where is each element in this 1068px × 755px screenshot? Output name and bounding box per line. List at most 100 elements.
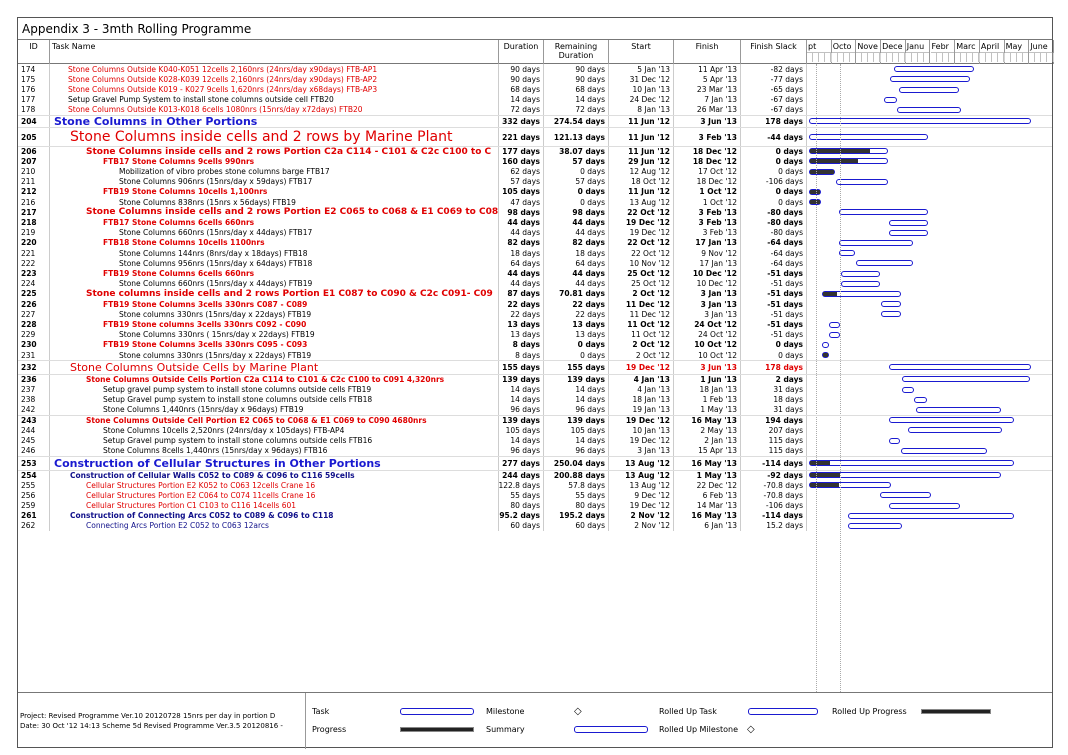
row-task-name-text: Stone Columns 660nrs (15nrs/day x 44days… (119, 279, 313, 289)
row-remaining-cell: 90 days (544, 74, 609, 85)
row-finish-text: 24 Oct '12 (694, 319, 737, 329)
table-row[interactable]: 206 Stone Columns inside cells and 2 rows… (18, 146, 1052, 157)
row-slack-text: -80 days (770, 228, 803, 238)
col-header-task-name[interactable]: Task Name (50, 40, 499, 64)
table-row[interactable]: 211 Stone Columns 906nrs (15nrs/day x 59d… (18, 176, 1052, 187)
col-header-id[interactable]: ID (18, 40, 50, 64)
row-start-cell: 19 Jan '13 (609, 404, 674, 415)
row-id-text: 205 (21, 132, 37, 142)
row-task-name-text: Cellular Structures Portion E2 K052 to C… (86, 480, 316, 490)
table-row[interactable]: 243 Stone Columns Outside Cell Portion E2… (18, 415, 1052, 426)
table-row[interactable]: 261 Construction of Connecting Arcs C052 … (18, 510, 1052, 521)
table-row[interactable]: 228 FTB19 Stone columns 3cells 330nrs C09… (18, 319, 1052, 330)
row-slack-text: 2 days (775, 375, 803, 385)
table-row[interactable]: 177 Setup Gravel Pump System to install s… (18, 94, 1052, 105)
col-header-duration[interactable]: Duration (499, 40, 544, 64)
table-row[interactable]: 229 Stone Columns 330nrs ( 15nrs/day x 22… (18, 329, 1052, 340)
table-row[interactable]: 205 Stone Columns inside cells and 2 rows… (18, 127, 1052, 146)
table-row[interactable]: 222 Stone Columns 956nrs (15nrs/day x 64d… (18, 258, 1052, 269)
row-id-text: 224 (21, 279, 36, 289)
table-row[interactable]: 232 Stone Columns Outside Cells by Marine… (18, 360, 1052, 375)
row-task-name-text: Setup Gravel pump system to install ston… (103, 395, 373, 405)
row-start-cell: 10 Jan '13 (609, 84, 674, 95)
table-row[interactable]: 207 FTB17 Stone Columns 9cells 990nrs 160 … (18, 156, 1052, 167)
row-remaining-text: 105 days (570, 425, 605, 435)
row-remaining-text: 0 days (580, 197, 605, 207)
table-row[interactable]: 221 Stone Columns 144nrs (8nrs/day x 18da… (18, 248, 1052, 259)
table-row[interactable]: 220 FTB18 Stone Columns 10cells 1100nrs 82… (18, 237, 1052, 248)
row-task-name-text: FTB19 Stone Columns 10cells 1,100nrs (103, 187, 268, 197)
table-row[interactable]: 176 Stone Columns Outside K019 - K027 9ce… (18, 84, 1052, 95)
row-start-cell: 29 Jun '12 (609, 156, 674, 167)
table-row[interactable]: 256 Cellular Structures Portion E2 C064 t… (18, 490, 1052, 501)
row-start-cell: 18 Oct '12 (609, 176, 674, 187)
row-remaining-text: 90 days (575, 74, 605, 84)
legend-footer: Project: Revised Programme Ver.10 201207… (18, 692, 1052, 749)
row-id-text: 246 (21, 446, 36, 456)
col-header-finish-slack[interactable]: Finish Slack (741, 40, 807, 64)
row-id-cell: 231 (18, 350, 50, 361)
row-start-text: 22 Oct '12 (631, 248, 670, 258)
table-row[interactable]: 204 Stone Columns in Other Portions 332 da… (18, 115, 1052, 127)
table-row[interactable]: 225 Stone columns inside cells and 2 rows… (18, 288, 1052, 299)
table-row[interactable]: 230 FTB19 Stone Columns 3cells 330nrs C09… (18, 339, 1052, 350)
row-duration-cell: 14 days (499, 94, 544, 105)
table-row[interactable]: 223 FTB19 Stone Columns 6cells 660nrs 44 d… (18, 268, 1052, 279)
row-start-cell: 13 Aug '12 (609, 456, 674, 470)
row-duration-text: 13 days (510, 330, 540, 340)
row-remaining-cell: 96 days (544, 404, 609, 415)
row-duration-text: 277 days (502, 458, 540, 468)
col-header-finish[interactable]: Finish (674, 40, 741, 64)
row-finish-text: 10 Dec '12 (696, 279, 737, 289)
table-row[interactable]: 236 Stone Columns Outside Cells Portion C… (18, 374, 1052, 385)
timescale-week-ticks (831, 52, 857, 62)
table-row[interactable]: 254 Construction of Cellular Walls C052 t… (18, 469, 1052, 480)
row-id-text: 230 (21, 340, 37, 350)
table-row[interactable]: 242 Stone Columns 1,440nrs (15nrs/day x 9… (18, 404, 1052, 415)
table-row[interactable]: 216 Stone Columns 838nrs (15nrs x 56days)… (18, 197, 1052, 208)
table-row[interactable]: 246 Stone Columns 8cells 1,440nrs (15nrs/… (18, 445, 1052, 456)
table-row[interactable]: 255 Cellular Structures Portion E2 K052 t… (18, 480, 1052, 491)
row-id-cell: 261 (18, 510, 50, 521)
row-remaining-text: 98 days (572, 207, 605, 217)
row-finish-text: 1 Oct '12 (699, 187, 737, 197)
table-row[interactable]: 259 Cellular Structures Portion C1 C103 t… (18, 500, 1052, 511)
table-row[interactable]: 174 Stone Columns Outside K040-K051 12cel… (18, 64, 1052, 75)
table-row[interactable]: 245 Setup Gravel pump system to install s… (18, 435, 1052, 446)
row-start-cell: 11 Jun '12 (609, 128, 674, 146)
row-start-text: 4 Jan '13 (637, 384, 670, 394)
row-finish-text: 3 Jan '13 (704, 309, 737, 319)
row-task-name-cell: Stone columns 330nrs (15nrs/day x 22days… (50, 350, 499, 361)
row-remaining-cell: 250.04 days (544, 456, 609, 470)
table-row[interactable]: 224 Stone Columns 660nrs (15nrs/day x 44d… (18, 278, 1052, 289)
table-row[interactable]: 262 Connecting Arcs Portion E2 C052 to C0… (18, 520, 1052, 531)
row-duration-cell: 44 days (499, 227, 544, 238)
row-slack-text: 0 days (778, 166, 803, 176)
table-row[interactable]: 244 Stone Columns 10cells 2,520nrs (24nrs… (18, 425, 1052, 436)
row-finish-text: 10 Oct '12 (694, 340, 737, 350)
table-row[interactable]: 178 Stone Columns Outside K013-K018 6cell… (18, 104, 1052, 115)
table-row[interactable]: 175 Stone Columns Outside K028-K039 12cel… (18, 74, 1052, 85)
row-duration-text: 332 days (502, 117, 540, 126)
table-row[interactable]: 237 Setup gravel pump system to install s… (18, 384, 1052, 395)
row-slack-text: 194 days (765, 416, 803, 426)
table-row[interactable]: 210 Mobilization of vibro probes stone co… (18, 166, 1052, 177)
row-id-cell: 262 (18, 520, 50, 531)
row-remaining-text: 14 days (575, 435, 605, 445)
table-row[interactable]: 219 Stone Columns 660nrs (15nrs/day x 44d… (18, 227, 1052, 238)
table-row[interactable]: 217 Stone Columns inside cells and 2 rows… (18, 207, 1052, 218)
table-row[interactable]: 218 FTB17 Stone Columns 6cells 660nrs 44 d… (18, 217, 1052, 228)
row-finish-text: 3 Feb '13 (702, 228, 737, 238)
col-header-remaining-duration[interactable]: Remaining Duration (544, 40, 609, 64)
row-remaining-cell: 98 days (544, 207, 609, 218)
table-row[interactable]: 238 Setup Gravel pump system to install s… (18, 394, 1052, 405)
col-header-start[interactable]: Start (609, 40, 674, 64)
table-row[interactable]: 231 Stone columns 330nrs (15nrs/day x 22d… (18, 350, 1052, 361)
table-row[interactable]: 227 Stone columns 330nrs (15nrs/day x 22d… (18, 309, 1052, 320)
row-duration-cell: 62 days (499, 166, 544, 177)
table-row[interactable]: 212 FTB19 Stone Columns 10cells 1,100nrs 1… (18, 186, 1052, 197)
table-row[interactable]: 226 FTB19 Stone Columns 3cells 330nrs C08… (18, 299, 1052, 310)
row-slack-text: 178 days (765, 117, 803, 126)
row-start-text: 2 Oct '12 (632, 289, 670, 299)
table-row[interactable]: 253 Construction of Cellular Structures i… (18, 455, 1052, 470)
